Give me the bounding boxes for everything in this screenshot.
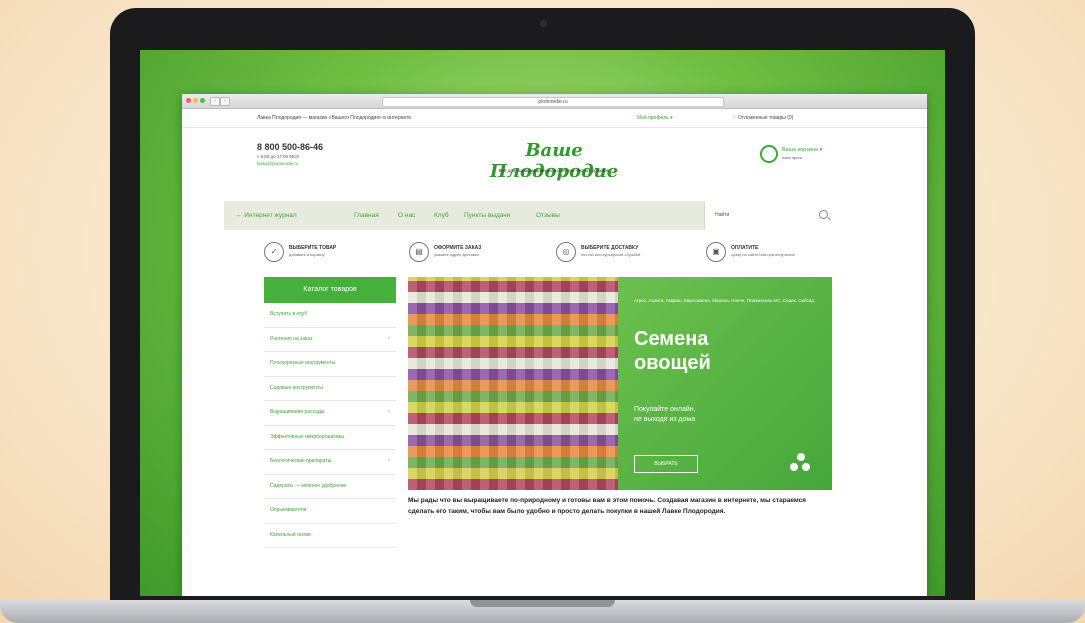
menu-item-pickup-points[interactable]: Пункты выдачи <box>464 212 510 219</box>
main-menu: ← Интернет журнал Главная О нас Клуб Пун… <box>224 201 843 230</box>
seeds-icon <box>790 453 812 473</box>
maximize-window-button[interactable] <box>200 98 205 103</box>
shop-description: Лавка Плодородия — магазин «Вашего Плодо… <box>257 115 413 121</box>
step-subtitle: почтой или курьерской службой <box>581 252 641 257</box>
working-hours: с 9:00 до 17:00 МСК <box>257 154 300 159</box>
calendar-icon: ▤ <box>409 242 429 262</box>
promo-banner[interactable]: Агрос, Аэлита, Гавриш, Евросемена, Малин… <box>408 277 832 490</box>
address-bar[interactable]: plodorodie.ru <box>382 97 724 107</box>
chevron-right-icon: › <box>388 335 390 342</box>
chevron-right-icon: › <box>388 458 390 464</box>
catalog-item[interactable]: Садовые инструменты <box>264 377 396 401</box>
catalog-item[interactable]: Опрыскиватели <box>264 499 396 524</box>
search-icon[interactable] <box>819 210 828 219</box>
step-title: ОФОРМИТЕ ЗАКАЗ <box>434 245 482 251</box>
laptop-notch <box>470 600 615 607</box>
catalog-item[interactable]: Биологические препараты › <box>264 450 396 475</box>
saved-items-link[interactable]: ♡ Отложенные товары (0) <box>732 115 793 121</box>
choose-button[interactable]: ВЫБРАТЬ <box>634 455 698 473</box>
menu-item-about[interactable]: О нас <box>398 212 415 219</box>
email-link[interactable]: lavka@plodorodie.ru <box>257 161 298 166</box>
top-info-bar: Лавка Плодородия — магазин «Вашего Плодо… <box>182 109 927 128</box>
browser-window: ‹ › plodorodie.ru Лавка Плодородия — маг… <box>182 94 927 596</box>
order-steps: ✓ ВЫБЕРИТЕ ТОВАР добавьте в корзину ▤ ОФ… <box>264 239 864 269</box>
catalog-header[interactable]: Каталог товаров <box>264 277 396 303</box>
step-place-order: ▤ ОФОРМИТЕ ЗАКАЗ укажите адрес доставки <box>409 239 559 269</box>
step-choose-delivery: ◎ ВЫБЕРИТЕ ДОСТАВКУ почтой или курьерско… <box>556 239 706 269</box>
browser-toolbar: ‹ › plodorodie.ru <box>182 94 927 109</box>
site-tagline: Всё для выращивания экологически чистых … <box>498 168 610 173</box>
catalog-item[interactable]: Эффективные микроорганизмы <box>264 426 396 450</box>
search-placeholder: Найти <box>715 212 730 218</box>
site-header: 8 800 500-86-46 с 9:00 до 17:00 МСК lavk… <box>182 128 927 203</box>
banner-brands: Агрос, Аэлита, Гавриш, Евросемена, Малин… <box>634 298 814 303</box>
menu-item-club[interactable]: Клуб <box>434 212 449 219</box>
step-subtitle: добавьте в корзину <box>289 252 325 257</box>
step-title: ОПЛАТИТЕ <box>731 245 759 251</box>
camera-dot <box>540 20 547 27</box>
menu-item-journal[interactable]: ← Интернет журнал <box>236 212 297 219</box>
catalog-item[interactable]: Капельный полив <box>264 524 396 548</box>
catalog-item[interactable]: Выращивание рассады › <box>264 401 396 426</box>
menu-item-home[interactable]: Главная <box>354 212 379 219</box>
phone-number[interactable]: 8 800 500-86-46 <box>257 142 323 152</box>
step-title: ВЫБЕРИТЕ ТОВАР <box>289 245 337 251</box>
intro-text: Мы рады что вы выращиваете по-природному… <box>408 497 806 515</box>
profile-link[interactable]: Мой профиль ▾ <box>637 115 673 121</box>
cart-link[interactable]: Ваша корзина ▾ <box>782 147 822 153</box>
step-subtitle: укажите адрес доставки <box>434 252 479 257</box>
banner-panel: Агрос, Аэлита, Гавриш, Евросемена, Малин… <box>618 277 832 490</box>
menu-item-reviews[interactable]: Отзывы <box>536 212 560 219</box>
wallet-icon: ▣ <box>706 242 726 262</box>
seed-packets-photo <box>408 277 618 490</box>
chevron-right-icon: › <box>388 409 390 415</box>
step-title: ВЫБЕРИТЕ ДОСТАВКУ <box>581 245 639 251</box>
banner-title: Семена овощей <box>634 328 711 374</box>
close-window-button[interactable] <box>186 98 191 103</box>
laptop-lid: ‹ › plodorodie.ru Лавка Плодородия — маг… <box>110 8 975 604</box>
minimize-window-button[interactable] <box>193 98 198 103</box>
catalog-item[interactable]: Сидераты — зелёное удобрение <box>264 475 396 499</box>
site-logo[interactable]: Ваше Плодородие <box>464 140 644 182</box>
catalog-sidebar: Каталог товаров Вступить в клуб Растения… <box>264 277 396 548</box>
catalog-item[interactable]: Растения на заказ › <box>264 328 396 352</box>
catalog-item[interactable]: Плоскорезные инструменты <box>264 352 396 377</box>
back-button[interactable]: ‹ <box>210 97 220 106</box>
step-subtitle: сразу на сайте или при получении <box>731 252 795 257</box>
laptop-screen: ‹ › plodorodie.ru Лавка Плодородия — маг… <box>140 50 945 596</box>
cart-icon[interactable] <box>760 145 778 163</box>
search-input[interactable]: Найти <box>704 201 843 230</box>
cart-status: пока пуста <box>782 155 802 160</box>
banner-subtitle: Покупайте онлайн, не выходя из дома <box>634 406 696 423</box>
step-pay: ▣ ОПЛАТИТЕ сразу на сайте или при получе… <box>706 239 856 269</box>
forward-button[interactable]: › <box>220 97 230 106</box>
catalog-item[interactable]: Вступить в клуб <box>264 303 396 328</box>
step-choose-product: ✓ ВЫБЕРИТЕ ТОВАР добавьте в корзину <box>264 239 414 269</box>
check-icon: ✓ <box>264 242 284 262</box>
delivery-icon: ◎ <box>556 242 576 262</box>
